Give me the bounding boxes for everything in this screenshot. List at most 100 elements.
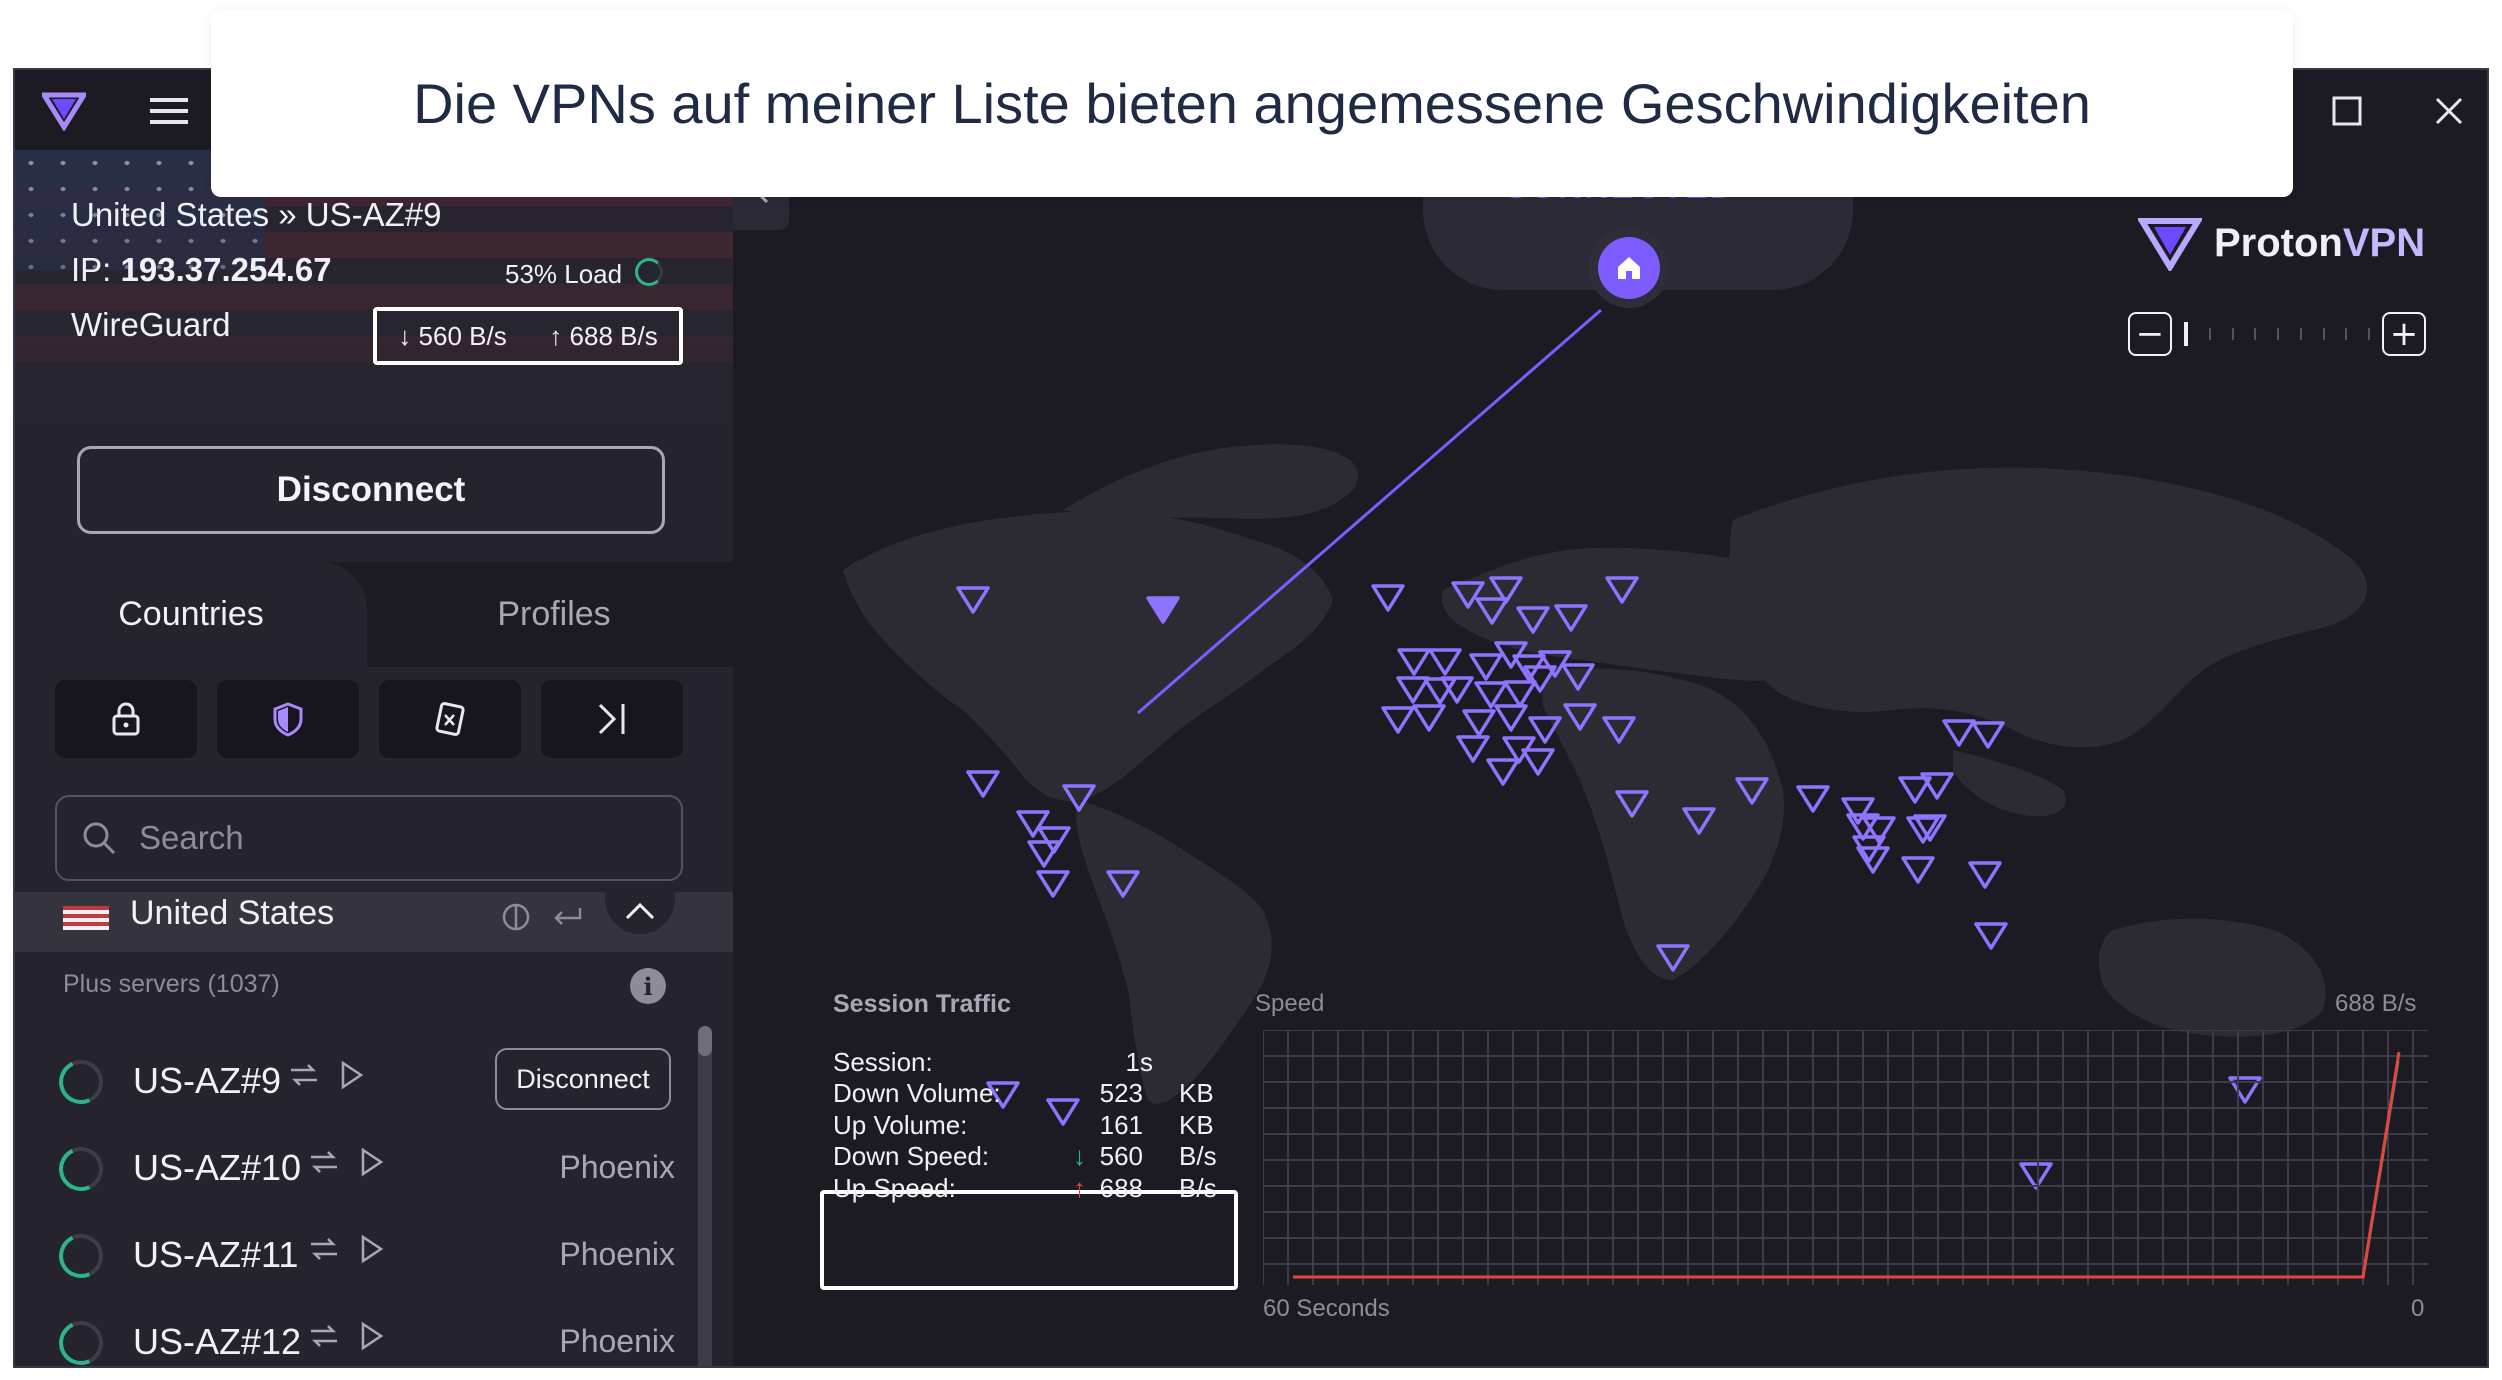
server-name: US-AZ#12 <box>133 1321 302 1362</box>
session-label: Session: <box>833 1047 933 1077</box>
server-pin-icon[interactable] <box>1681 803 1717 839</box>
speed-indicator: ↓ 560 B/s ↑ 688 B/s <box>373 307 683 365</box>
graph-y-label: Speed <box>1255 990 1325 1017</box>
hamburger-menu-icon[interactable] <box>140 82 198 140</box>
speed-highlight-box <box>820 1190 1238 1290</box>
card-icon <box>435 702 465 736</box>
server-pin-icon[interactable] <box>1411 700 1447 736</box>
server-pin-icon[interactable] <box>1855 842 1891 878</box>
session-value: 1s <box>1125 1047 1153 1077</box>
plus-servers-header: Plus servers (1037) <box>63 970 280 998</box>
netshield-filter-button[interactable] <box>217 680 359 758</box>
up-speed-unit: B/s <box>1179 1173 1217 1203</box>
info-icon[interactable]: i <box>630 968 666 1004</box>
graph-max-label: 688 B/s <box>2335 990 2417 1017</box>
server-disconnect-button[interactable]: Disconnect <box>495 1048 671 1110</box>
server-pin-icon[interactable] <box>1795 781 1831 817</box>
server-pin-icon[interactable] <box>1562 699 1598 735</box>
us-flag-icon <box>63 906 109 930</box>
server-city: Phoenix <box>559 1149 675 1185</box>
server-pin-icon[interactable] <box>1973 918 2009 954</box>
server-name: US-AZ#9 <box>133 1060 282 1101</box>
down-volume-label: Down Volume: <box>833 1078 1001 1108</box>
play-icon <box>361 1321 384 1351</box>
server-pin-icon[interactable] <box>1967 857 2003 893</box>
speed-graph <box>1262 1029 2428 1285</box>
scrollbar-track[interactable] <box>698 1026 712 1366</box>
up-volume-unit: KB <box>1179 1110 1214 1140</box>
down-volume-unit: KB <box>1179 1078 1214 1108</box>
protocol-label: WireGuard <box>71 306 231 343</box>
scrollbar-thumb[interactable] <box>698 1026 712 1056</box>
sidebar-tabs: Countries Profiles <box>15 562 733 667</box>
server-pin-icon[interactable] <box>1900 852 1936 888</box>
server-pin-icon[interactable] <box>1522 661 1558 697</box>
zoom-in-button[interactable]: + <box>2382 312 2426 356</box>
proton-logo-icon <box>35 82 93 140</box>
return-arrow-icon[interactable] <box>550 902 584 932</box>
secure-core-icon[interactable] <box>501 902 531 932</box>
server-name: US-AZ#11 <box>133 1234 299 1275</box>
server-pin-icon[interactable] <box>1734 773 1770 809</box>
up-volume-label: Up Volume: <box>833 1110 968 1140</box>
server-pin-icon[interactable] <box>1604 572 1640 608</box>
server-pin-icon[interactable] <box>1655 940 1691 976</box>
server-row-us-az-12[interactable]: US-AZ#12 Phoenix <box>15 1299 705 1366</box>
zoom-out-button[interactable]: − <box>2128 312 2172 356</box>
server-pin-icon[interactable] <box>1560 659 1596 695</box>
world-map[interactable]: CONNECTED ProtonVPN − + Session Traffic … <box>733 150 2487 1366</box>
server-pin-icon[interactable] <box>1105 866 1141 902</box>
server-pin-icon[interactable] <box>1035 866 1071 902</box>
up-speed-series <box>1293 1051 2401 1279</box>
caption-banner: Die VPNs auf meiner Liste bieten angemes… <box>211 9 2293 197</box>
server-pin-icon[interactable] <box>1912 810 1948 846</box>
server-pin-icon[interactable] <box>1601 712 1637 748</box>
search-input[interactable] <box>139 819 639 857</box>
up-speed-value: 688 <box>1099 1173 1143 1203</box>
tor-filter-button[interactable] <box>541 680 683 758</box>
server-pin-icon[interactable] <box>1520 744 1556 780</box>
server-pin-icon[interactable] <box>965 766 1001 802</box>
down-speed-unit: B/s <box>1179 1141 1217 1171</box>
server-load-ring-icon <box>52 1053 110 1111</box>
protonvpn-logo-icon <box>2138 218 2202 271</box>
p2p-icon <box>311 1238 337 1260</box>
server-name: US-AZ#10 <box>133 1147 302 1188</box>
disconnect-button[interactable]: Disconnect <box>77 446 665 534</box>
zoom-slider[interactable] <box>2184 322 2370 346</box>
ip-address: IP: 193.37.254.67 <box>71 251 332 288</box>
p2p-filter-button[interactable] <box>379 680 521 758</box>
zoom-control: − + <box>2128 312 2426 356</box>
server-load: 53% Load <box>505 259 623 289</box>
down-speed-value: 560 <box>1099 1141 1143 1171</box>
server-pin-icon[interactable] <box>1614 786 1650 822</box>
maximize-button[interactable] <box>2318 82 2376 140</box>
server-load-ring-icon <box>52 1227 110 1285</box>
server-pin-icon[interactable] <box>1474 593 1510 629</box>
country-name: United States <box>130 894 335 932</box>
up-speed-label: Up Speed: <box>833 1173 956 1203</box>
server-row-us-az-11[interactable]: US-AZ#11 Phoenix <box>15 1212 705 1298</box>
server-pin-icon[interactable] <box>1919 768 1955 804</box>
server-row-us-az-9[interactable]: US-AZ#9 Disconnect <box>15 1038 705 1124</box>
tab-countries[interactable]: Countries <box>15 562 367 667</box>
server-pin-icon[interactable] <box>1553 600 1589 636</box>
server-city: Phoenix <box>559 1323 675 1359</box>
chevron-up-icon[interactable] <box>605 892 675 934</box>
p2p-icon <box>311 1325 337 1347</box>
search-field[interactable] <box>55 795 683 881</box>
close-button[interactable] <box>2420 82 2478 140</box>
tab-profiles[interactable]: Profiles <box>375 562 733 667</box>
secure-core-filter-button[interactable] <box>55 680 197 758</box>
server-row-us-az-10[interactable]: US-AZ#10 Phoenix <box>15 1125 705 1211</box>
server-pin-icon[interactable] <box>1061 780 1097 816</box>
server-pin-icon[interactable] <box>1515 602 1551 638</box>
server-pin-icon[interactable] <box>1485 754 1521 790</box>
country-row-united-states[interactable]: United States <box>15 892 733 952</box>
session-traffic-title: Session Traffic <box>833 990 1011 1018</box>
server-pin-icon[interactable] <box>1145 592 1181 628</box>
server-pin-icon[interactable] <box>1970 717 2006 753</box>
server-pin-icon[interactable] <box>1493 700 1529 736</box>
server-pin-icon[interactable] <box>955 582 991 618</box>
server-pin-icon[interactable] <box>1370 580 1406 616</box>
